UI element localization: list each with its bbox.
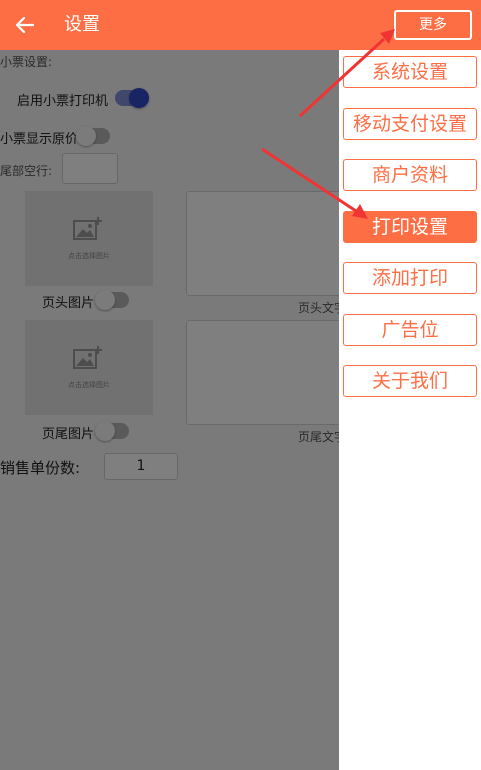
menu-item-ad-slot[interactable]: 广告位 <box>343 314 477 346</box>
page-title: 设置 <box>64 14 100 35</box>
menu-item-system-settings[interactable]: 系统设置 <box>343 56 477 88</box>
menu-item-merchant-info[interactable]: 商户资料 <box>343 159 477 191</box>
menu-item-add-printer[interactable]: 添加打印 <box>343 262 477 294</box>
menu-item-print-settings[interactable]: 打印设置 <box>343 211 477 243</box>
arrow-left-icon[interactable] <box>13 13 37 37</box>
menu-item-mobile-payment[interactable]: 移动支付设置 <box>343 108 477 140</box>
more-menu: 系统设置 移动支付设置 商户资料 打印设置 添加打印 广告位 关于我们 <box>339 50 481 770</box>
app-header: 设置 更多 <box>0 0 481 50</box>
more-button[interactable]: 更多 <box>394 10 472 40</box>
menu-item-about-us[interactable]: 关于我们 <box>343 365 477 397</box>
